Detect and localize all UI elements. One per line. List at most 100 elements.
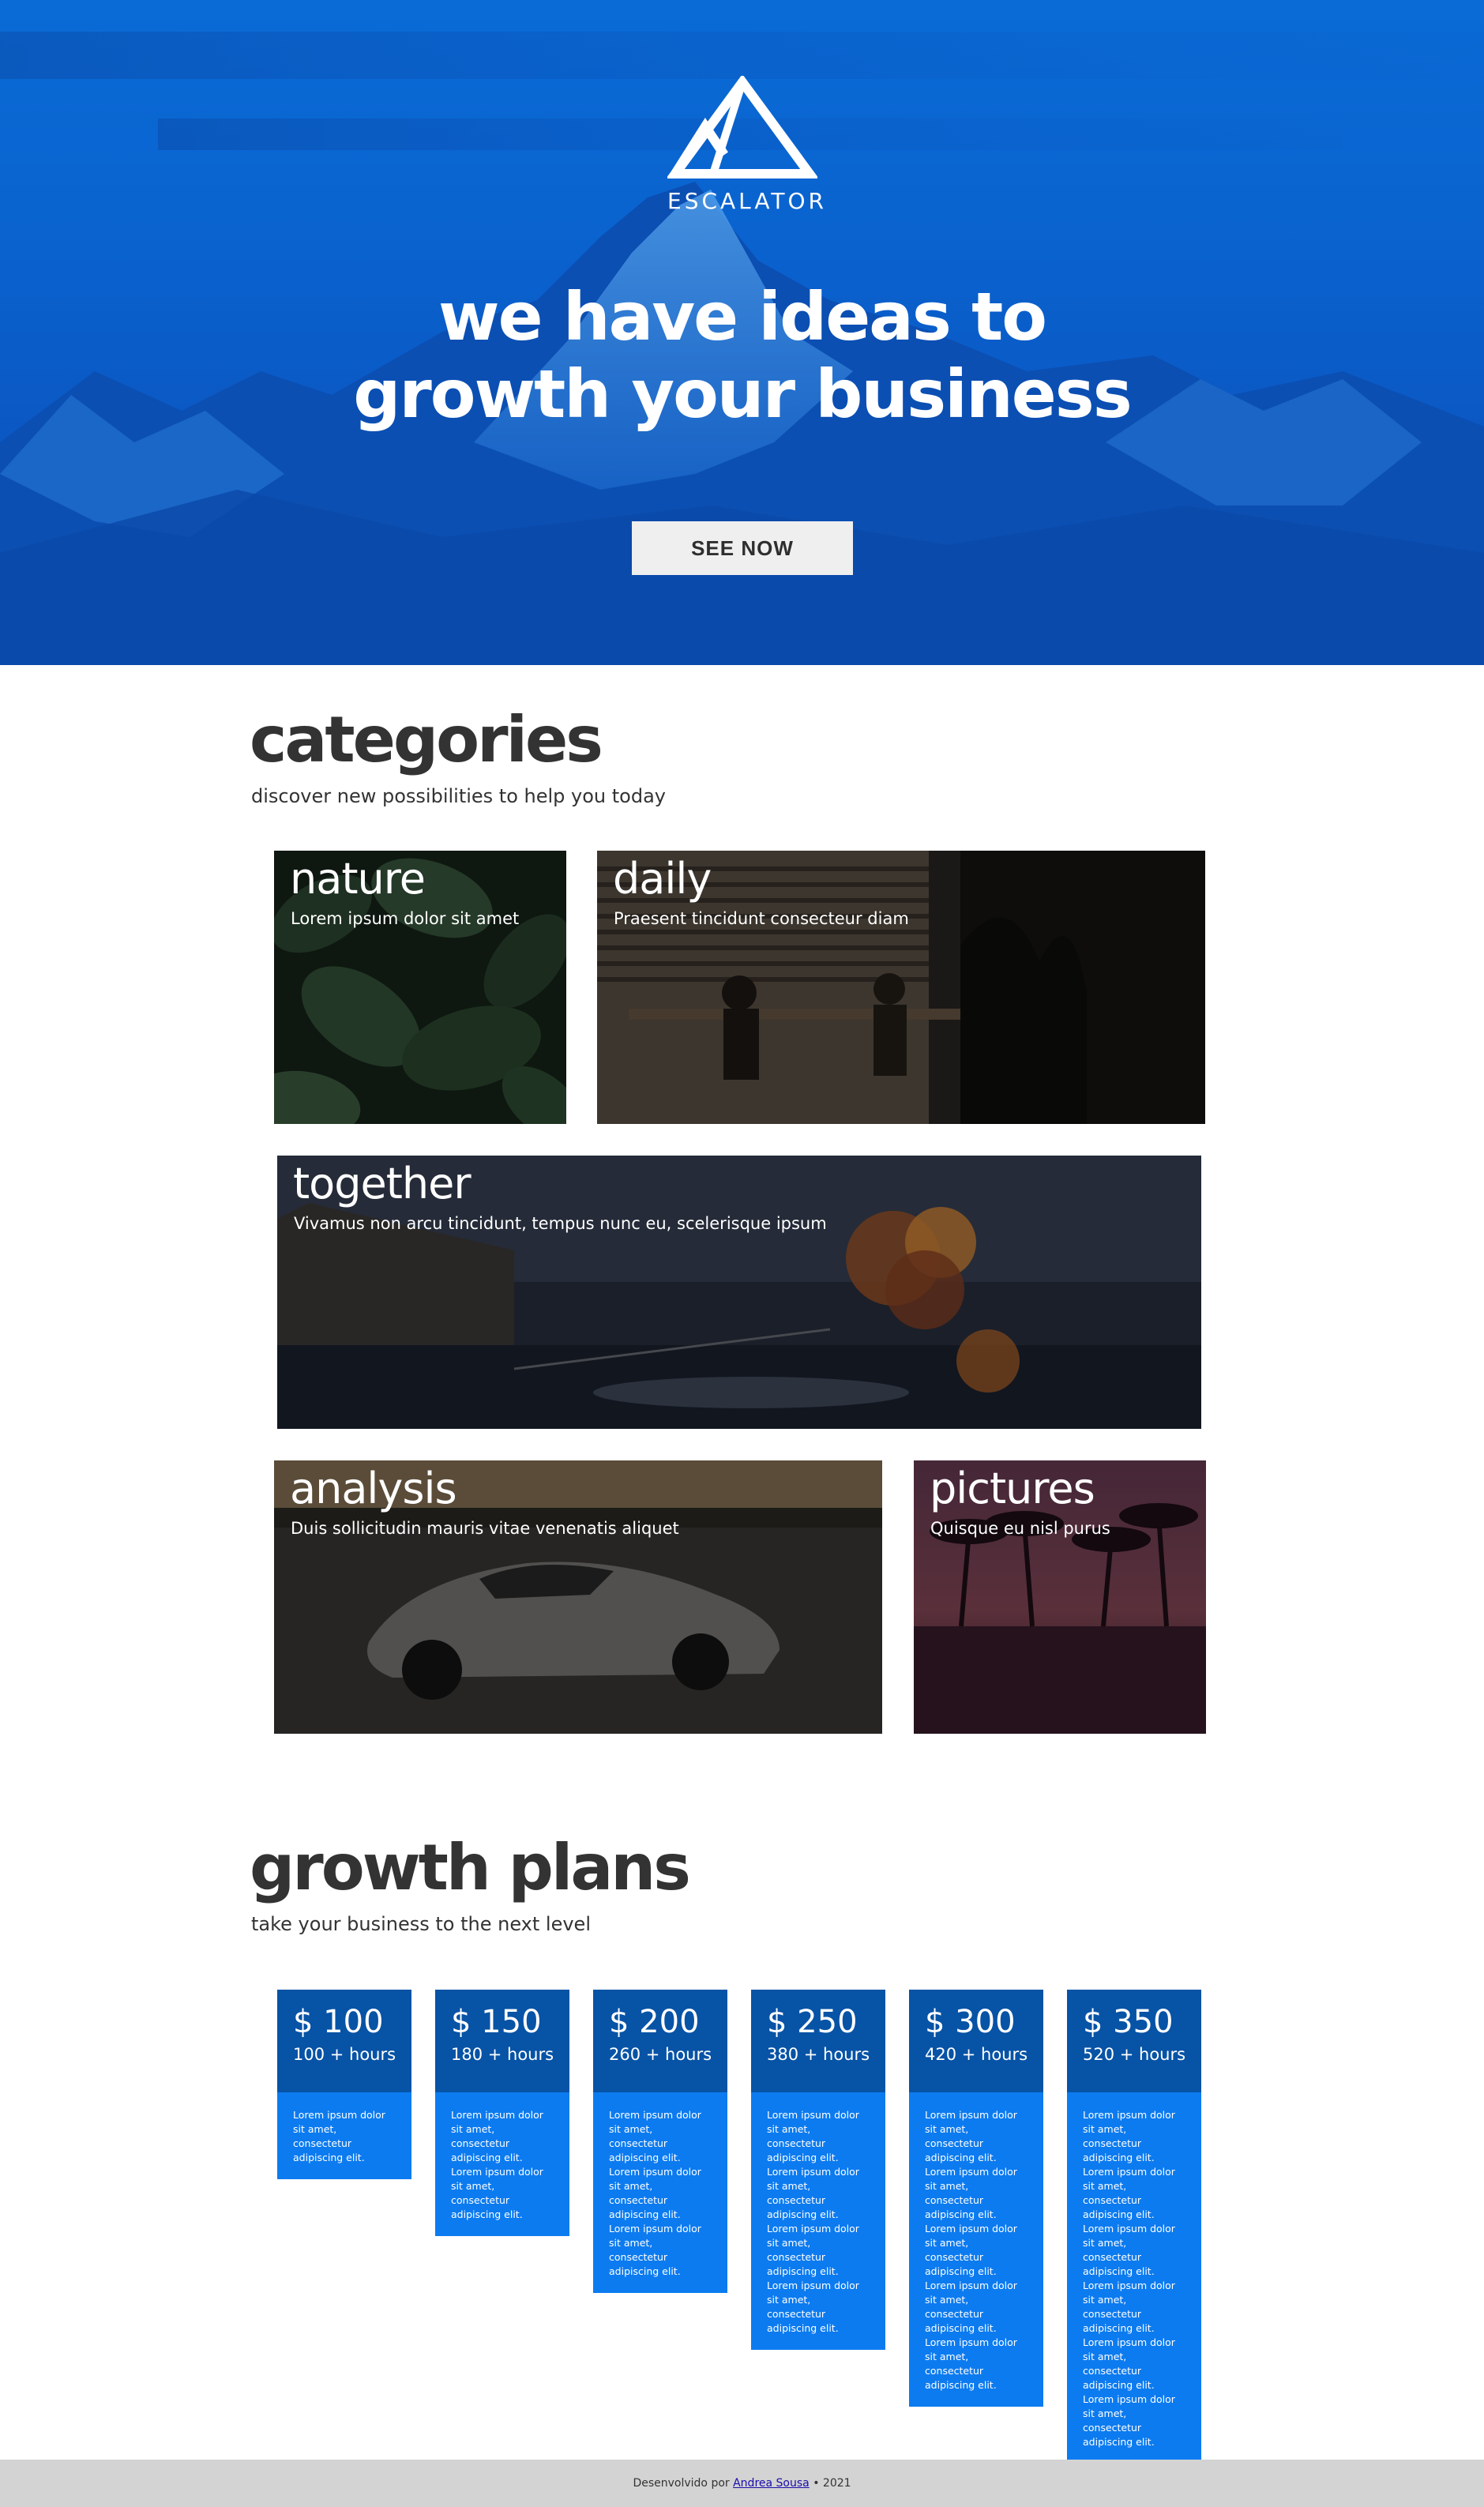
plan-description-line: sit amet, consectetur [1083, 2351, 1142, 2377]
plan-description-line: Lorem ipsum dolor [925, 2280, 1017, 2291]
plan-description-line: adipiscing elit. [767, 2152, 839, 2163]
plan-description-line: sit amet, consectetur [767, 2180, 826, 2206]
mountain-logo-icon [667, 76, 817, 179]
plan-hours: 260 + hours [609, 2045, 712, 2064]
plan-description-line: adipiscing elit. [609, 2265, 681, 2277]
plan-description: Lorem ipsum dolor sit amet, consectetur ad… [593, 2092, 727, 2293]
plan-description-line: sit amet, consectetur [767, 2294, 826, 2320]
category-text-pictures: Quisque eu nisl purus [930, 1519, 1110, 1538]
plan-description-line: sit amet, consectetur [451, 2123, 510, 2149]
plan-description: Lorem ipsum dolor sit amet, consectetur ad… [1067, 2092, 1201, 2464]
plan-description-line: Lorem ipsum dolor [925, 2166, 1017, 2178]
footer-year: • 2021 [813, 2477, 851, 2490]
category-title-daily: daily [613, 854, 712, 904]
plan-description-line: Lorem ipsum dolor [1083, 2109, 1175, 2121]
plan-description-line: adipiscing elit. [767, 2208, 839, 2220]
plan-header: $ 300 420 + hours [909, 1990, 1043, 2092]
category-card-daily[interactable]: daily Praesent tincidunt consecteur diam [597, 851, 1205, 1124]
plan-description-line: adipiscing elit. [767, 2322, 839, 2334]
plan-header: $ 250 380 + hours [751, 1990, 885, 2092]
plan-description-line: sit amet, consectetur [293, 2123, 352, 2149]
plan-description-line: adipiscing elit. [1083, 2208, 1155, 2220]
plan-description-line: Lorem ipsum dolor [1083, 2336, 1175, 2348]
plan-description-line: adipiscing elit. [451, 2208, 523, 2220]
plan-description-line: Lorem ipsum dolor [451, 2166, 543, 2178]
hero-title-line-1: we have ideas to [438, 278, 1047, 355]
plan-card-150[interactable]: $ 150 180 + hours Lorem ipsum dolor sit a… [435, 1990, 569, 2236]
categories-title: categories [250, 703, 603, 776]
category-text-together: Vivamus non arcu tincidunt, tempus nunc … [294, 1214, 827, 1233]
plan-description-line: Lorem ipsum dolor [1083, 2393, 1175, 2405]
category-title-nature: nature [290, 854, 426, 904]
plan-description-line: Lorem ipsum dolor [609, 2166, 701, 2178]
plan-description-line: Lorem ipsum dolor [767, 2166, 859, 2178]
category-card-together[interactable]: together Vivamus non arcu tincidunt, tem… [277, 1156, 1201, 1429]
plan-card-300[interactable]: $ 300 420 + hours Lorem ipsum dolor sit a… [909, 1990, 1043, 2407]
plan-description-line: sit amet, consectetur [925, 2237, 984, 2263]
category-text-analysis: Duis sollicitudin mauris vitae venenatis… [291, 1519, 679, 1538]
plan-description-line: Lorem ipsum dolor [451, 2109, 543, 2121]
hero-title-line-2: growth your business [353, 355, 1133, 433]
category-card-nature[interactable]: nature Lorem ipsum dolor sit amet [274, 851, 566, 1124]
plan-description-line: sit amet, consectetur [1083, 2180, 1142, 2206]
footer-prefix: Desenvolvido por [633, 2477, 730, 2490]
plan-hours: 520 + hours [1083, 2045, 1186, 2064]
plan-hours: 420 + hours [925, 2045, 1028, 2064]
plan-description: Lorem ipsum dolor sit amet, consectetur ad… [751, 2092, 885, 2350]
plan-description-line: Lorem ipsum dolor [293, 2109, 385, 2121]
plan-description: Lorem ipsum dolor sit amet, consectetur ad… [277, 2092, 411, 2179]
plan-description-line: sit amet, consectetur [451, 2180, 510, 2206]
plan-price: $ 150 [451, 2004, 542, 2040]
plan-description-line: adipiscing elit. [925, 2208, 997, 2220]
plan-description-line: Lorem ipsum dolor [767, 2280, 859, 2291]
plan-description-line: adipiscing elit. [925, 2152, 997, 2163]
plan-description-line: Lorem ipsum dolor [767, 2109, 859, 2121]
plan-description-line: Lorem ipsum dolor [609, 2223, 701, 2234]
hero-section: ESCALATOR we have ideas to growth your b… [0, 0, 1484, 665]
plan-description: Lorem ipsum dolor sit amet, consectetur ad… [435, 2092, 569, 2236]
category-card-analysis[interactable]: analysis Duis sollicitudin mauris vitae … [274, 1460, 882, 1734]
plan-description-line: sit amet, consectetur [925, 2123, 984, 2149]
plan-description-line: adipiscing elit. [925, 2322, 997, 2334]
plan-description: Lorem ipsum dolor sit amet, consectetur ad… [909, 2092, 1043, 2407]
plan-description-line: Lorem ipsum dolor [1083, 2280, 1175, 2291]
plan-description-line: sit amet, consectetur [1083, 2123, 1142, 2149]
category-title-together: together [293, 1159, 471, 1208]
category-text-daily: Praesent tincidunt consecteur diam [614, 909, 909, 928]
plan-description-line: sit amet, consectetur [1083, 2237, 1142, 2263]
plan-description-line: sit amet, consectetur [925, 2294, 984, 2320]
plan-header: $ 200 260 + hours [593, 1990, 727, 2092]
category-card-pictures[interactable]: pictures Quisque eu nisl purus [914, 1460, 1206, 1734]
plan-header: $ 350 520 + hours [1067, 1990, 1201, 2092]
plan-hours: 380 + hours [767, 2045, 870, 2064]
plan-description-line: adipiscing elit. [609, 2152, 681, 2163]
plan-description-line: Lorem ipsum dolor [609, 2109, 701, 2121]
plan-description-line: sit amet, consectetur [767, 2123, 826, 2149]
plans-subtitle: take your business to the next level [251, 1913, 591, 1935]
plan-description-line: adipiscing elit. [609, 2208, 681, 2220]
author-link[interactable]: Andrea Sousa [733, 2477, 810, 2490]
plan-description-line: Lorem ipsum dolor [925, 2109, 1017, 2121]
plan-description-line: sit amet, consectetur [609, 2123, 668, 2149]
plan-card-250[interactable]: $ 250 380 + hours Lorem ipsum dolor sit a… [751, 1990, 885, 2350]
plan-description-line: adipiscing elit. [1083, 2322, 1155, 2334]
plan-description-line: Lorem ipsum dolor [1083, 2166, 1175, 2178]
plan-description-line: adipiscing elit. [925, 2265, 997, 2277]
plan-description-line: adipiscing elit. [451, 2152, 523, 2163]
plan-description-line: sit amet, consectetur [925, 2180, 984, 2206]
plan-price: $ 200 [609, 2004, 700, 2040]
plan-description-line: adipiscing elit. [925, 2379, 997, 2391]
escalator-logo[interactable]: ESCALATOR [667, 76, 824, 226]
plan-price: $ 300 [925, 2004, 1016, 2040]
plan-description-line: sit amet, consectetur [767, 2237, 826, 2263]
category-title-pictures: pictures [930, 1464, 1095, 1513]
plan-card-100[interactable]: $ 100 100 + hours Lorem ipsum dolor sit a… [277, 1990, 411, 2179]
plan-description-line: adipiscing elit. [1083, 2265, 1155, 2277]
plan-card-350[interactable]: $ 350 520 + hours Lorem ipsum dolor sit a… [1067, 1990, 1201, 2464]
plan-description-line: adipiscing elit. [1083, 2436, 1155, 2448]
plan-description-line: sit amet, consectetur [1083, 2407, 1142, 2434]
plan-description-line: sit amet, consectetur [1083, 2294, 1142, 2320]
plan-description-line: Lorem ipsum dolor [1083, 2223, 1175, 2234]
see-now-button[interactable]: SEE NOW [632, 521, 853, 575]
plan-card-200[interactable]: $ 200 260 + hours Lorem ipsum dolor sit a… [593, 1990, 727, 2293]
